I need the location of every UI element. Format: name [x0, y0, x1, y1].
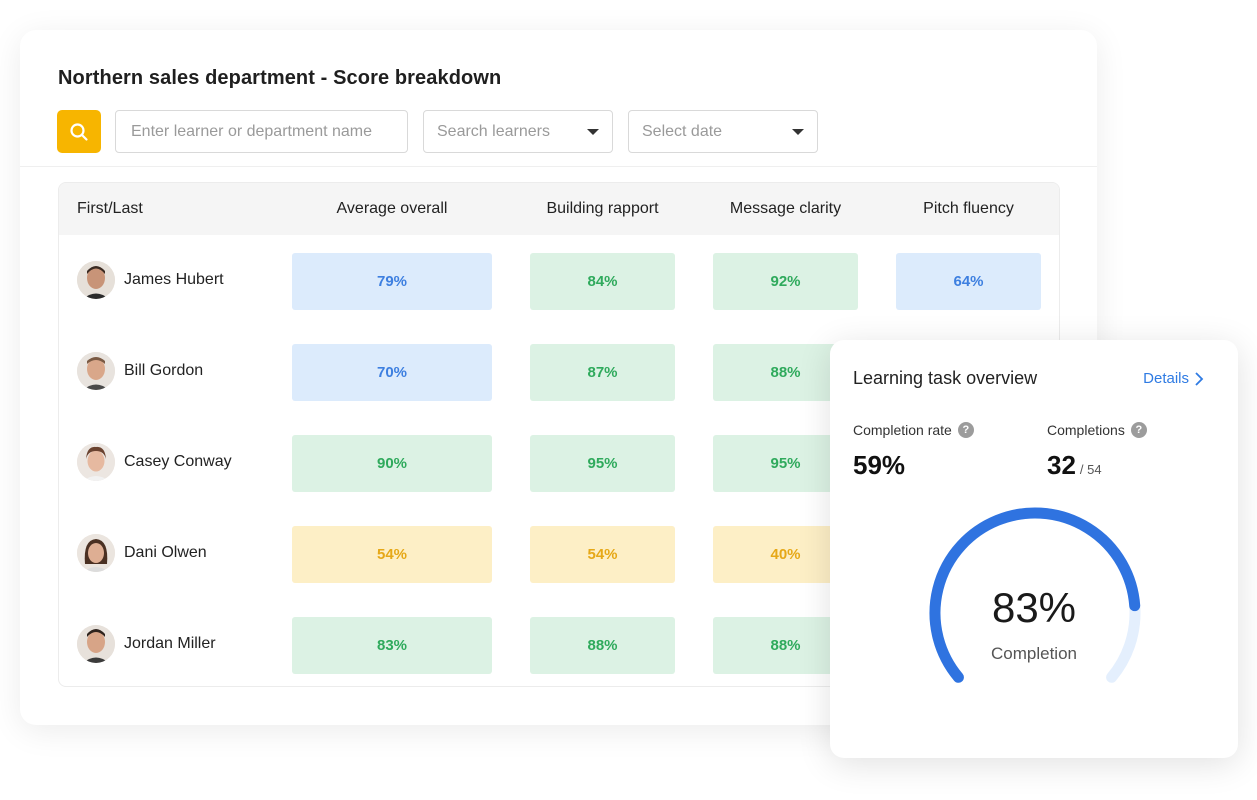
- search-icon: [70, 122, 88, 141]
- completions-count: 32: [1047, 450, 1076, 480]
- completions-text: Completions: [1047, 422, 1125, 438]
- avatar: [77, 443, 115, 481]
- avatar: [77, 625, 115, 663]
- overview-title: Learning task overview: [853, 368, 1038, 388]
- learner-name: Jordan Miller: [124, 635, 216, 652]
- learning-task-overview-card: Learning task overview Details Completio…: [830, 340, 1238, 758]
- learner-cell: Jordan Miller: [77, 625, 216, 663]
- gauge-percent: 83%: [991, 584, 1077, 631]
- completion-rate-label: Completion rate ?: [853, 422, 974, 438]
- search-button[interactable]: [57, 110, 101, 153]
- search-field[interactable]: [115, 110, 408, 153]
- score-rapport: 84%: [530, 253, 675, 310]
- chevron-right-icon: [1195, 371, 1204, 386]
- learners-select[interactable]: Search learners: [423, 110, 613, 153]
- caret-down-icon: [587, 128, 599, 135]
- person-avatar-icon: [77, 443, 115, 481]
- filter-toolbar: Search learners Select date: [57, 110, 857, 153]
- learner-name: Casey Conway: [124, 453, 232, 470]
- table-row[interactable]: James Hubert 79% 84% 92% 64%: [59, 235, 1059, 326]
- score-average: 90%: [292, 435, 492, 492]
- question-circle-icon[interactable]: ?: [957, 422, 974, 438]
- score-average: 79%: [292, 253, 492, 310]
- score-average: 54%: [292, 526, 492, 583]
- score-clarity: 92%: [713, 253, 858, 310]
- page-title: Northern sales department - Score breakd…: [58, 67, 502, 89]
- column-header-average: Average overall: [336, 200, 448, 217]
- column-header-rapport: Building rapport: [546, 200, 659, 217]
- caret-down-icon: [792, 128, 804, 135]
- learner-cell: James Hubert: [77, 261, 224, 299]
- completions-total: / 54: [1079, 462, 1102, 477]
- learners-select-value: Search learners: [437, 122, 550, 140]
- score-rapport: 88%: [530, 617, 675, 674]
- header-divider: [20, 166, 1097, 167]
- learner-cell: Casey Conway: [77, 443, 232, 481]
- details-link[interactable]: Details: [1143, 370, 1204, 387]
- date-select[interactable]: Select date: [628, 110, 818, 153]
- learner-name: James Hubert: [124, 271, 224, 288]
- date-select-value: Select date: [642, 122, 723, 140]
- learner-name: Bill Gordon: [124, 362, 204, 379]
- completions-label: Completions ?: [1047, 422, 1147, 438]
- person-avatar-icon: [77, 261, 115, 299]
- score-average: 83%: [292, 617, 492, 674]
- column-header-name: First/Last: [77, 200, 143, 217]
- column-header-fluency: Pitch fluency: [923, 200, 1014, 217]
- completion-rate-value: 59%: [853, 450, 906, 480]
- person-avatar-icon: [77, 625, 115, 663]
- avatar: [77, 352, 115, 390]
- score-average: 70%: [292, 344, 492, 401]
- avatar: [77, 261, 115, 299]
- person-avatar-icon: [77, 534, 115, 572]
- person-avatar-icon: [77, 352, 115, 390]
- avatar: [77, 534, 115, 572]
- learner-cell: Dani Olwen: [77, 534, 207, 572]
- column-header-clarity: Message clarity: [729, 200, 842, 217]
- score-rapport: 95%: [530, 435, 675, 492]
- learner-cell: Bill Gordon: [77, 352, 203, 390]
- question-circle-icon[interactable]: ?: [1130, 422, 1147, 438]
- details-label: Details: [1143, 370, 1189, 387]
- score-rapport: 87%: [530, 344, 675, 401]
- gauge-label: Completion: [991, 644, 1077, 663]
- score-rapport: 54%: [530, 526, 675, 583]
- completions-value: 32/ 54: [1047, 450, 1102, 481]
- learner-name: Dani Olwen: [124, 544, 207, 561]
- score-fluency: 64%: [896, 253, 1041, 310]
- table-header: First/Last Average overall Building rapp…: [59, 183, 1059, 235]
- search-input[interactable]: [129, 121, 394, 142]
- completion-rate-text: Completion rate: [853, 422, 952, 438]
